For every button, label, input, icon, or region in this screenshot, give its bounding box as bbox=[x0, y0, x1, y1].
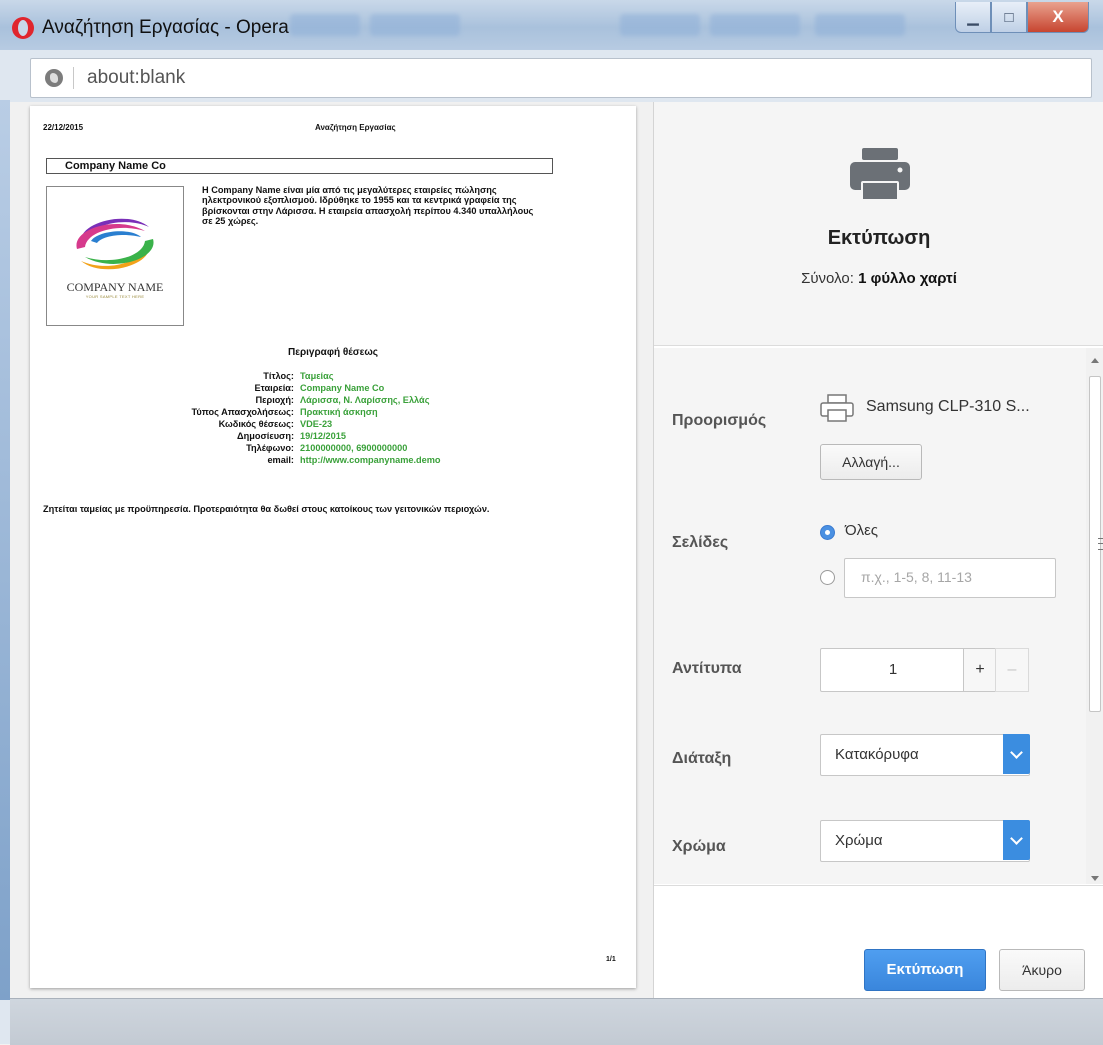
printer-icon bbox=[850, 148, 910, 200]
total-label: Σύνολο: bbox=[801, 270, 854, 287]
logo-tagline: YOUR SAMPLE TEXT HERE bbox=[85, 294, 145, 299]
close-button[interactable]: X bbox=[1027, 2, 1089, 33]
pages-label: Σελίδες bbox=[672, 534, 729, 551]
chevron-down-icon[interactable] bbox=[1003, 734, 1030, 774]
address-separator bbox=[73, 67, 74, 89]
copies-input[interactable]: 1 bbox=[820, 648, 966, 692]
total-value: 1 φύλλο χαρτί bbox=[858, 270, 957, 287]
detail-value: VDE-23 bbox=[300, 419, 333, 429]
layout-select[interactable]: Κατακόρυφα bbox=[820, 734, 1030, 776]
print-settings-panel: Εκτύπωση Σύνολο: 1 φύλλο χαρτί Προορισμό… bbox=[653, 102, 1103, 999]
color-label: Χρώμα bbox=[672, 838, 726, 855]
detail-row: Τύπος Απασχολήσεως: Πρακτική άσκηση bbox=[30, 407, 636, 418]
opera-icon[interactable] bbox=[12, 17, 34, 39]
detail-value: Ταμείας bbox=[300, 371, 334, 381]
detail-value: Πρακτική άσκηση bbox=[300, 407, 378, 417]
window-left-edge bbox=[0, 100, 10, 1000]
page-date: 22/12/2015 bbox=[43, 123, 84, 132]
cancel-button[interactable]: Άκυρο bbox=[999, 949, 1085, 991]
color-select[interactable]: Χρώμα bbox=[820, 820, 1030, 862]
page-number: 1/1 bbox=[606, 956, 616, 963]
print-actions: Εκτύπωση Άκυρο bbox=[654, 885, 1103, 999]
company-name: Company Name Co bbox=[65, 160, 166, 172]
detail-row: Τίτλος: Ταμείας bbox=[30, 371, 636, 382]
detail-label: Τύπος Απασχολήσεως: bbox=[191, 407, 294, 417]
page-header: Αναζήτηση Εργασίας bbox=[315, 123, 396, 132]
globe-icon bbox=[45, 69, 63, 87]
window-controls: ▁ □ X bbox=[955, 2, 1089, 36]
detail-value: http://www.companyname.demo bbox=[300, 455, 441, 465]
status-bar bbox=[10, 998, 1103, 1045]
preview-page: 22/12/2015 Αναζήτηση Εργασίας Company Na… bbox=[30, 106, 636, 988]
scroll-up-icon[interactable] bbox=[1091, 358, 1099, 363]
change-destination-button[interactable]: Αλλαγή... bbox=[820, 444, 922, 480]
detail-row: Τηλέφωνο: 2100000000, 6900000000 bbox=[30, 443, 636, 454]
logo-text: COMPANY NAME bbox=[66, 280, 164, 294]
increase-copies-button[interactable]: + bbox=[963, 648, 997, 692]
detail-label: Περιοχή: bbox=[255, 395, 294, 405]
detail-row: email: http://www.companyname.demo bbox=[30, 455, 636, 466]
detail-label: Τηλέφωνο: bbox=[246, 443, 294, 453]
maximize-button[interactable]: □ bbox=[991, 2, 1027, 33]
chevron-down-icon[interactable] bbox=[1003, 820, 1030, 860]
address-url[interactable]: about:blank bbox=[87, 67, 185, 89]
minimize-button[interactable]: ▁ bbox=[955, 2, 991, 33]
detail-row: Περιοχή: Λάρισσα, Ν. Λαρίσσης, Ελλάς bbox=[30, 395, 636, 406]
company-logo: COMPANY NAME YOUR SAMPLE TEXT HERE bbox=[46, 186, 184, 326]
detail-label: email: bbox=[267, 455, 294, 465]
detail-value: 19/12/2015 bbox=[300, 431, 346, 441]
print-header: Εκτύπωση Σύνολο: 1 φύλλο χαρτί bbox=[654, 102, 1103, 346]
print-options: Προορισμός Samsung CLP-310 S... Αλλαγή..… bbox=[654, 348, 1086, 884]
detail-label: Εταιρεία: bbox=[254, 383, 294, 393]
pages-all-radio[interactable] bbox=[820, 525, 835, 540]
copies-label: Αντίτυπα bbox=[672, 660, 742, 677]
color-value: Χρώμα bbox=[835, 832, 883, 849]
detail-value: Λάρισσα, Ν. Λαρίσσης, Ελλάς bbox=[300, 395, 430, 405]
pages-all-label[interactable]: Όλες bbox=[845, 522, 878, 539]
detail-value: 2100000000, 6900000000 bbox=[300, 443, 408, 453]
window-title: Αναζήτηση Εργασίας - Opera bbox=[42, 17, 289, 38]
logo-swirl-icon bbox=[76, 218, 154, 270]
detail-label: Τίτλος: bbox=[263, 371, 294, 381]
print-title: Εκτύπωση bbox=[827, 227, 931, 249]
layout-label: Διάταξη bbox=[672, 750, 732, 767]
company-description: Η Company Name είναι μία από τις μεγαλύτ… bbox=[202, 185, 534, 227]
resize-grip-icon[interactable] bbox=[1098, 538, 1103, 550]
decrease-copies-button[interactable]: – bbox=[995, 648, 1029, 692]
title-bar: Αναζήτηση Εργασίας - Opera ▁ □ X bbox=[0, 0, 1103, 50]
detail-value: Company Name Co bbox=[300, 383, 385, 393]
pages-range-placeholder: π.χ., 1-5, 8, 11-13 bbox=[861, 569, 972, 585]
job-note: Ζητείται ταμείας με προϋπηρεσία. Προτερα… bbox=[43, 504, 490, 514]
destination-label: Προορισμός bbox=[672, 412, 767, 429]
pages-custom-radio[interactable] bbox=[820, 570, 835, 585]
company-name-box: Company Name Co bbox=[46, 158, 553, 174]
options-scrollbar[interactable] bbox=[1086, 348, 1103, 884]
blurred-taskbar-area bbox=[290, 10, 910, 40]
detail-label: Κωδικός θέσεως: bbox=[218, 419, 294, 429]
detail-row: Κωδικός θέσεως: VDE-23 bbox=[30, 419, 636, 430]
detail-label: Δημοσίευση: bbox=[237, 431, 294, 441]
detail-row: Εταιρεία: Company Name Co bbox=[30, 383, 636, 394]
section-title: Περιγραφή θέσεως bbox=[287, 347, 379, 358]
detail-row: Δημοσίευση: 19/12/2015 bbox=[30, 431, 636, 442]
layout-value: Κατακόρυφα bbox=[835, 746, 919, 763]
print-preview-area: 22/12/2015 Αναζήτηση Εργασίας Company Na… bbox=[10, 102, 653, 998]
pages-range-input[interactable]: π.χ., 1-5, 8, 11-13 bbox=[844, 558, 1056, 598]
browser-window: Αναζήτηση Εργασίας - Opera ▁ □ X about:b… bbox=[0, 0, 1103, 1045]
printer-outline-icon bbox=[820, 394, 854, 422]
address-bar[interactable]: about:blank bbox=[30, 58, 1092, 98]
destination-name[interactable]: Samsung CLP-310 S... bbox=[866, 398, 1030, 416]
print-total: Σύνολο: 1 φύλλο χαρτί bbox=[654, 270, 1103, 287]
print-button[interactable]: Εκτύπωση bbox=[864, 949, 986, 991]
scroll-down-icon[interactable] bbox=[1091, 876, 1099, 881]
